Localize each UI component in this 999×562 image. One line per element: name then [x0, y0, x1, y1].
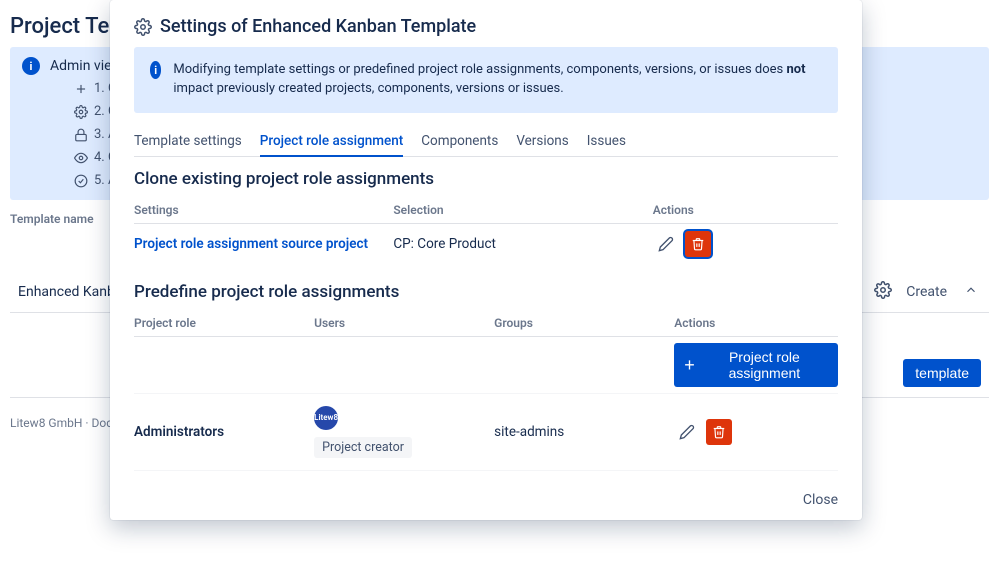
delete-button[interactable] [685, 231, 711, 257]
tab-project-role-assignment[interactable]: Project role assignment [260, 127, 403, 157]
group-name: site-admins [494, 424, 674, 440]
avatar: Litew8 [314, 406, 338, 430]
edit-button[interactable] [674, 419, 700, 445]
pencil-icon [679, 424, 695, 440]
eye-icon [74, 151, 88, 165]
alert-text-before: Modifying template settings or predefine… [173, 62, 786, 77]
role-row-administrators: Administrators Litew8 Project creator si… [134, 394, 838, 471]
alert-text-bold: not [787, 62, 806, 77]
footer-company[interactable]: Litew8 GmbH [10, 416, 82, 430]
user-chip: Project creator [314, 437, 412, 458]
check-circle-icon [74, 174, 88, 188]
add-button-label: Project role assignment [701, 349, 828, 381]
plus-icon: + [684, 356, 695, 374]
role-name: Administrators [134, 424, 314, 440]
gear-icon [74, 105, 88, 119]
chevron-up-icon [964, 283, 978, 297]
gear-icon [134, 18, 152, 36]
role-row-developers: Developers Project creator [134, 471, 838, 480]
trash-icon [691, 237, 705, 251]
col-settings: Settings [134, 203, 393, 217]
clone-selection: CP: Core Product [393, 236, 652, 252]
info-alert: i Modifying template settings or predefi… [134, 47, 838, 113]
tab-components[interactable]: Components [421, 127, 498, 157]
col-actions: Actions [674, 316, 838, 330]
collapse-button[interactable] [961, 280, 981, 304]
info-icon: i [22, 57, 40, 75]
col-actions: Actions [653, 203, 838, 217]
plus-icon [74, 82, 88, 96]
lock-icon [74, 128, 88, 142]
modal-title: Settings of Enhanced Kanban Template [160, 16, 476, 37]
clone-row: Project role assignment source project C… [134, 224, 838, 264]
col-project-role: Project role [134, 316, 314, 330]
alert-text-after: impact previously created projects, comp… [173, 81, 563, 96]
close-button[interactable]: Close [803, 492, 838, 508]
create-button[interactable]: Create [906, 284, 947, 300]
settings-modal: Settings of Enhanced Kanban Template i M… [110, 0, 862, 520]
info-icon: i [150, 61, 161, 79]
add-project-role-button[interactable]: + Project role assignment [674, 343, 838, 387]
predefine-section-title: Predefine project role assignments [134, 282, 838, 302]
clone-setting-link[interactable]: Project role assignment source project [134, 236, 393, 252]
tab-template-settings[interactable]: Template settings [134, 127, 242, 157]
delete-button[interactable] [706, 419, 732, 445]
col-groups: Groups [494, 316, 674, 330]
modal-tabs: Template settings Project role assignmen… [134, 127, 838, 157]
template-settings-icon[interactable] [874, 281, 892, 303]
col-selection: Selection [393, 203, 652, 217]
new-template-button[interactable]: template [903, 359, 981, 387]
edit-button[interactable] [653, 231, 679, 257]
add-role-row: + Project role assignment [134, 337, 838, 394]
clone-section-title: Clone existing project role assignments [134, 169, 838, 189]
tab-issues[interactable]: Issues [587, 127, 626, 157]
pencil-icon [658, 236, 674, 252]
new-template-label: template [915, 365, 969, 381]
trash-icon [712, 425, 726, 439]
tab-versions[interactable]: Versions [516, 127, 568, 157]
col-users: Users [314, 316, 494, 330]
